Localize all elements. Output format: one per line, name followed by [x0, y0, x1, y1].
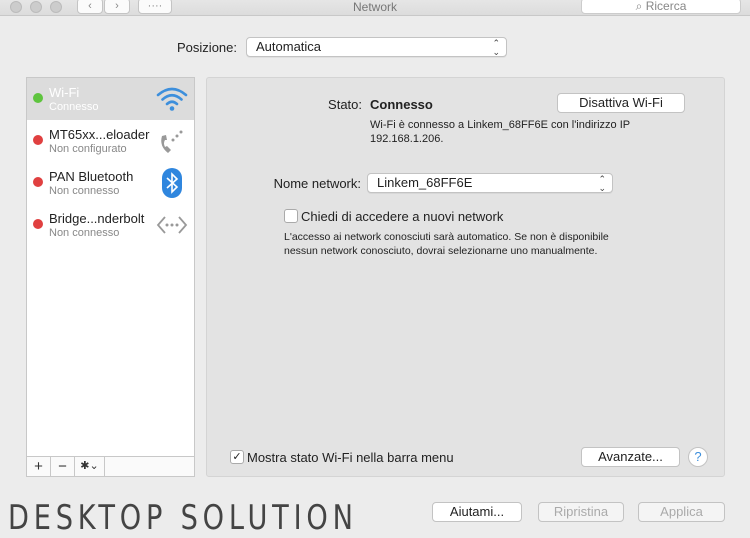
revert-button[interactable]: Ripristina: [538, 502, 624, 522]
status-dot: [33, 93, 43, 103]
status-label: Stato:: [328, 97, 362, 112]
service-list: Wi-Fi Connesso MT65xx...eloader Non conf…: [26, 77, 195, 477]
gear-icon[interactable]: ✱⌄: [75, 457, 105, 476]
add-service-button[interactable]: +: [27, 457, 51, 476]
service-item-wifi[interactable]: Wi-Fi Connesso: [27, 78, 194, 120]
service-list-toolbar: + − ✱⌄: [27, 456, 194, 476]
status-dot: [33, 135, 43, 145]
show-wifi-menu-label: Mostra stato Wi-Fi nella barra menu: [247, 450, 454, 465]
ask-join-checkbox[interactable]: [284, 209, 298, 223]
popup-arrows-icon: ⌃ ⌄: [492, 38, 500, 57]
advanced-button[interactable]: Avanzate...: [581, 447, 680, 467]
search-icon: ⌕: [635, 0, 646, 13]
phone-icon: [161, 130, 183, 153]
network-name-popup[interactable]: Linkem_68FF6E ⌃ ⌄: [367, 173, 613, 193]
wifi-icon: [156, 87, 188, 111]
location-label: Posizione:: [177, 40, 237, 55]
show-wifi-menu-checkbox[interactable]: ✓: [230, 450, 244, 464]
assist-me-button[interactable]: Aiutami...: [432, 502, 522, 522]
status-dot: [33, 177, 43, 187]
search-input[interactable]: ⌕ Ricerca: [581, 0, 741, 14]
help-button[interactable]: ?: [688, 447, 708, 467]
service-item-pan-bluetooth[interactable]: PAN Bluetooth Non connesso: [27, 162, 194, 204]
service-item-thunderbolt-bridge[interactable]: Bridge...nderbolt Non connesso: [27, 204, 194, 246]
ask-join-label: Chiedi di accedere a nuovi network: [301, 209, 504, 224]
service-item-mt65xx[interactable]: MT65xx...eloader Non configurato: [27, 120, 194, 162]
location-popup[interactable]: Automatica ⌃ ⌄: [246, 37, 507, 57]
bluetooth-icon: [162, 168, 182, 198]
turn-off-wifi-button[interactable]: Disattiva Wi-Fi: [557, 93, 685, 113]
status-value: Connesso: [370, 97, 433, 112]
status-dot: [33, 219, 43, 229]
watermark: DESKTOP SOLUTION: [8, 498, 358, 538]
thunderbolt-bridge-icon: [156, 216, 188, 234]
remove-service-button[interactable]: −: [51, 457, 75, 476]
apply-button[interactable]: Applica: [638, 502, 725, 522]
status-info: Wi-Fi è connesso a Linkem_68FF6E con l'i…: [370, 119, 631, 145]
ask-join-info: L'accesso ai network conosciuti sarà aut…: [284, 231, 609, 257]
network-name-label: Nome network:: [273, 176, 361, 191]
popup-arrows-icon: ⌃ ⌄: [598, 174, 606, 193]
